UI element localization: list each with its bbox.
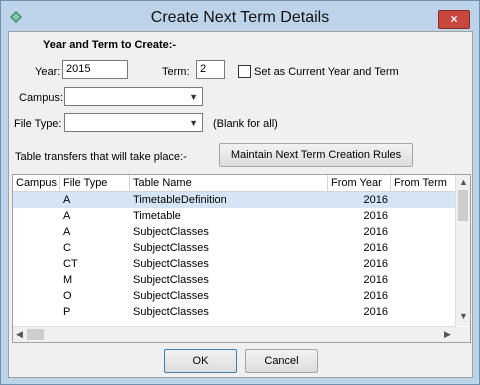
filetype-label: File Type:: [14, 118, 62, 130]
cell-file-type: M: [63, 274, 73, 286]
ok-button[interactable]: OK: [164, 349, 237, 373]
cell-table-name: SubjectClasses: [133, 242, 209, 254]
vertical-scroll-thumb[interactable]: [458, 190, 468, 221]
chevron-down-icon: ▼: [189, 92, 198, 102]
cell-from-year: 2016: [363, 258, 388, 270]
filetype-select[interactable]: ▼: [64, 113, 203, 132]
column-header-from-year[interactable]: From Year: [328, 175, 391, 192]
cell-file-type: P: [63, 306, 71, 318]
cell-from-year: 2016: [363, 210, 388, 222]
cell-table-name: SubjectClasses: [133, 306, 209, 318]
table-row[interactable]: A SubjectClasses 2016: [13, 224, 456, 240]
set-current-label: Set as Current Year and Term: [254, 66, 399, 78]
column-header-file-type[interactable]: File Type: [60, 175, 130, 192]
column-header-from-term[interactable]: From Term: [391, 175, 456, 192]
table-row[interactable]: CT SubjectClasses 2016: [13, 256, 456, 272]
cell-table-name: SubjectClasses: [133, 290, 209, 302]
cell-table-name: Timetable: [133, 210, 181, 222]
cell-table-name: SubjectClasses: [133, 274, 209, 286]
table-row[interactable]: P SubjectClasses 2016: [13, 304, 456, 320]
vertical-scrollbar[interactable]: ▲ ▼: [455, 175, 470, 326]
cell-file-type: CT: [63, 258, 78, 270]
cell-from-year: 2016: [363, 194, 388, 206]
table-row[interactable]: M SubjectClasses 2016: [13, 272, 456, 288]
dialog-body: Year and Term to Create:- Year: 2015 Ter…: [8, 31, 473, 378]
filetype-hint: (Blank for all): [213, 118, 278, 130]
cancel-button[interactable]: Cancel: [245, 349, 318, 373]
cell-table-name: SubjectClasses: [133, 226, 209, 238]
window-title: Create Next Term Details: [150, 9, 330, 26]
title-bar[interactable]: Create Next Term Details ×: [1, 1, 479, 31]
table-row[interactable]: C SubjectClasses 2016: [13, 240, 456, 256]
chevron-down-icon: ▼: [189, 118, 198, 128]
year-label: Year:: [35, 66, 61, 78]
cell-from-year: 2016: [363, 274, 388, 286]
term-field[interactable]: 2: [196, 60, 225, 79]
horizontal-scrollbar[interactable]: ◀ ▶: [13, 326, 456, 342]
transfers-table: Campus File Type Table Name From Year Fr…: [12, 174, 471, 343]
cell-from-year: 2016: [363, 290, 388, 302]
set-current-checkbox[interactable]: [238, 65, 251, 78]
cell-table-name: TimetableDefinition: [133, 194, 227, 206]
horizontal-scroll-thumb[interactable]: [27, 329, 44, 340]
column-header-campus[interactable]: Campus: [13, 175, 60, 192]
cell-file-type: O: [63, 290, 72, 302]
cell-file-type: C: [63, 242, 71, 254]
campus-label: Campus:: [19, 92, 64, 104]
maintain-rules-button[interactable]: Maintain Next Term Creation Rules: [219, 143, 413, 167]
scroll-up-icon[interactable]: ▲: [459, 177, 468, 187]
scroll-left-icon[interactable]: ◀: [16, 329, 23, 340]
cell-table-name: SubjectClasses: [133, 258, 209, 270]
cell-from-year: 2016: [363, 306, 388, 318]
table-row[interactable]: O SubjectClasses 2016: [13, 288, 456, 304]
close-button[interactable]: ×: [438, 10, 470, 29]
cell-file-type: A: [63, 194, 71, 206]
campus-select[interactable]: ▼: [64, 87, 203, 106]
transfers-label: Table transfers that will take place:-: [15, 151, 187, 163]
cell-from-year: 2016: [363, 226, 388, 238]
scroll-right-icon[interactable]: ▶: [444, 329, 451, 340]
dialog-window: Create Next Term Details × Year and Term…: [0, 0, 480, 385]
cell-file-type: A: [63, 210, 71, 222]
cell-from-year: 2016: [363, 242, 388, 254]
column-header-table-name[interactable]: Table Name: [130, 175, 328, 192]
term-label: Term:: [162, 66, 190, 78]
table-row[interactable]: A Timetable 2016: [13, 208, 456, 224]
scrollbar-corner: [456, 327, 470, 342]
scroll-down-icon[interactable]: ▼: [459, 311, 468, 321]
cell-file-type: A: [63, 226, 71, 238]
section-heading: Year and Term to Create:-: [43, 39, 177, 51]
year-field[interactable]: 2015: [62, 60, 128, 79]
table-row[interactable]: A TimetableDefinition 2016: [13, 192, 456, 208]
